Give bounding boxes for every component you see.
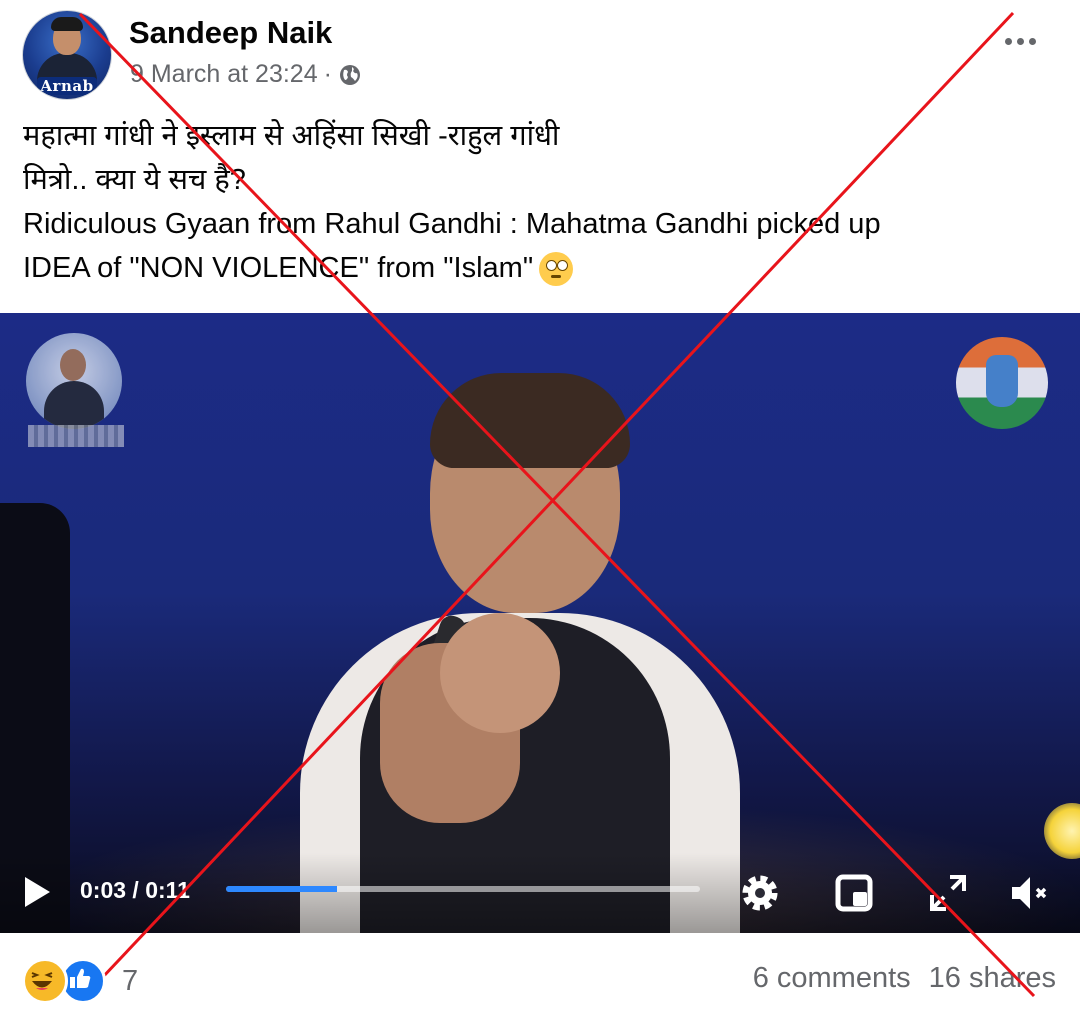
gear-icon[interactable]: [736, 869, 784, 917]
comments-link[interactable]: 6 comments: [753, 962, 911, 995]
video-controls: 0:03 / 0:11: [0, 853, 1080, 933]
picture-in-picture-icon[interactable]: [830, 869, 878, 917]
video-player[interactable]: 0:03 / 0:11: [0, 313, 1080, 933]
dot-icon: [1017, 38, 1024, 45]
reaction-count: 7: [122, 964, 139, 997]
video-watermark-portrait: [26, 333, 122, 429]
post-text-line-hindi-1: महात्मा गांधी ने इस्लाम से अहिंसा सिखी -…: [23, 120, 560, 152]
fullscreen-icon[interactable]: [924, 869, 972, 917]
post-text-line-english-1: Ridiculous Gyaan from Rahul Gandhi : Mah…: [23, 208, 881, 240]
video-party-logo: [956, 337, 1048, 429]
video-watermark-caption: [28, 425, 124, 447]
post-text-line-hindi-2: मित्रो.. क्या ये सच है?: [23, 164, 246, 196]
video-progress-fill: [226, 886, 338, 892]
video-time: 0:03 / 0:11: [80, 877, 190, 903]
post-text: महात्मा गांधी ने इस्लाम से अहिंसा सिखी -…: [23, 114, 1063, 290]
hand-logo-icon: [986, 355, 1018, 407]
post-text-line-english-2-wrapper: IDEA of "NON VIOLENCE" from "Islam": [23, 246, 1063, 290]
meta-separator: ·: [323, 60, 332, 88]
dot-icon: [1029, 38, 1036, 45]
speaker-hair: [430, 373, 630, 468]
post-timestamp[interactable]: 9 March at 23:24: [130, 60, 318, 89]
reactions-summary[interactable]: 7: [22, 958, 138, 1004]
avatar-brand-label: Arnab: [37, 77, 97, 95]
avatar-hair: [51, 17, 83, 31]
post-meta: 9 March at 23:24 ·: [130, 60, 362, 89]
watermark-suit: [44, 381, 104, 429]
post-text-line-english-2: IDEA of "NON VIOLENCE" from "Islam": [23, 252, 534, 284]
video-progress-bar[interactable]: [226, 886, 700, 892]
more-options-button[interactable]: [1005, 38, 1036, 45]
watermark-face: [60, 349, 86, 381]
globe-icon: [339, 64, 360, 85]
author-name[interactable]: Sandeep Naik: [129, 15, 332, 51]
speaker-hand-fist: [440, 613, 560, 733]
play-icon[interactable]: [22, 875, 52, 909]
volume-muted-icon[interactable]: [1006, 869, 1054, 917]
post-stats: 6 comments 16 shares: [753, 962, 1056, 995]
rolling-eyes-emoji-icon: [539, 252, 574, 287]
dot-icon: [1005, 38, 1012, 45]
author-avatar[interactable]: Arnab: [22, 10, 112, 100]
haha-icon: [22, 958, 68, 1004]
shares-link[interactable]: 16 shares: [929, 962, 1056, 995]
